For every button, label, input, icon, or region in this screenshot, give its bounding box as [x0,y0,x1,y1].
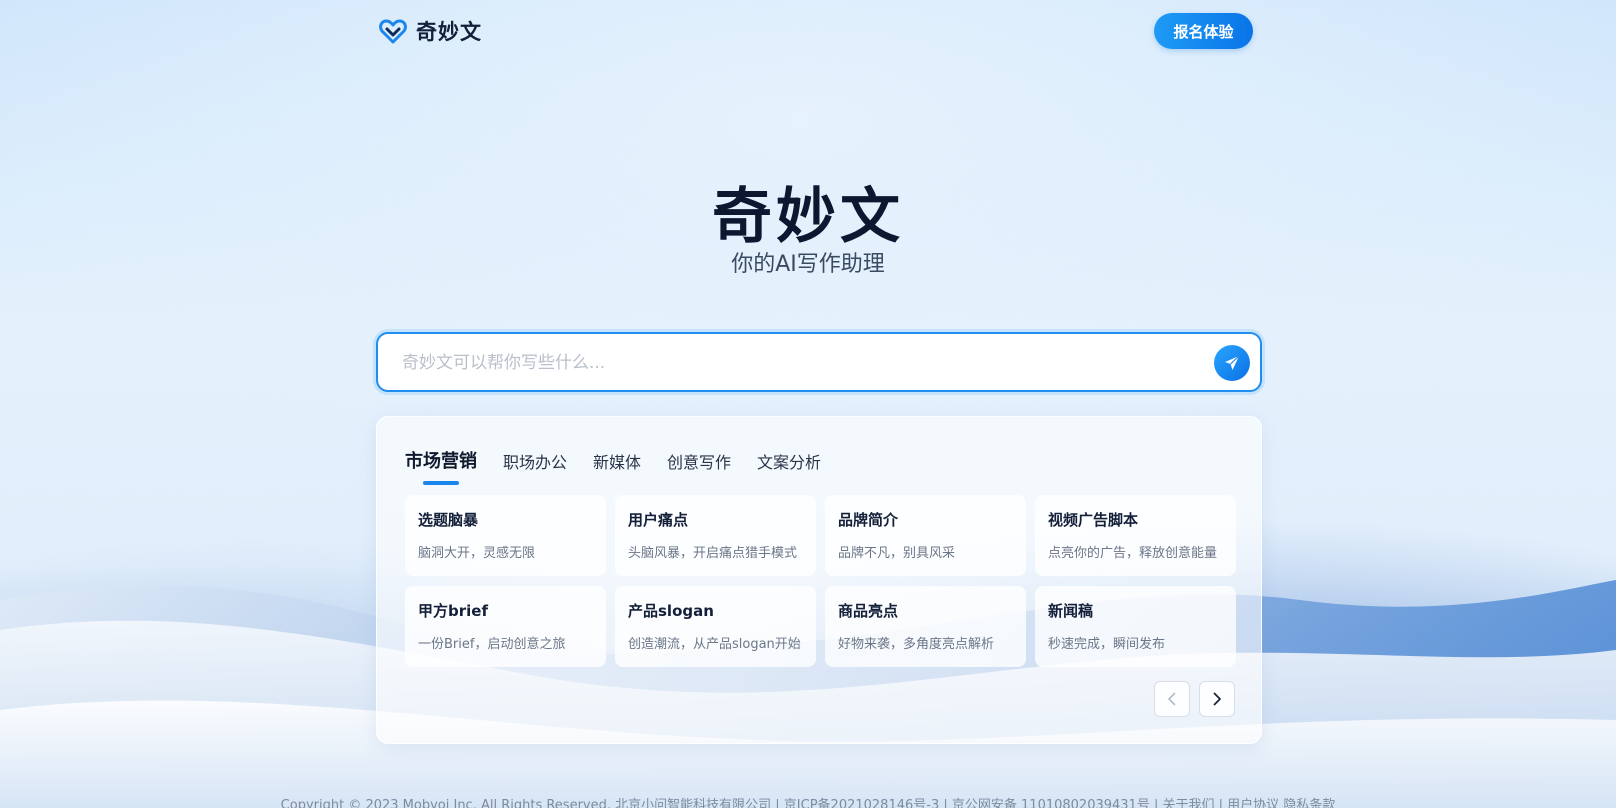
tab-office[interactable]: 职场办公 [503,449,567,485]
template-card[interactable]: 新闻稿 秒速完成，瞬间发布 [1035,586,1236,667]
card-title: 商品亮点 [838,602,899,620]
card-description: 好物来袭，多角度亮点解析 [838,637,995,652]
template-card[interactable]: 产品slogan 创造潮流，从产品slogan开始 [615,586,816,667]
footer-copyright: Copyright © 2023 Mobvoi Inc. All Rights … [280,798,772,808]
card-title: 视频广告脚本 [1048,511,1139,529]
card-description: 品牌不凡，别具风采 [838,546,956,561]
card-title: 品牌简介 [838,511,899,529]
page-title: 奇妙文 [712,182,904,252]
card-description: 脑洞大开，灵感无限 [418,546,536,561]
card-title: 选题脑暴 [418,511,479,529]
card-pager [1154,681,1235,717]
template-card[interactable]: 甲方brief 一份Brief，启动创意之旅 [405,586,606,667]
tab-copy-analysis[interactable]: 文案分析 [757,449,821,485]
logo-text: 奇妙文 [416,20,482,44]
footer-icp-link[interactable]: 京ICP备2021028146号-3 [784,798,939,808]
template-card[interactable]: 用户痛点 头脑风暴，开启痛点猎手模式 [615,495,816,576]
footer-about-link[interactable]: 关于我们 [1162,798,1214,808]
tab-new-media[interactable]: 新媒体 [593,449,641,485]
card-title: 新闻稿 [1048,602,1094,620]
previous-page-button[interactable] [1154,681,1190,717]
template-cards: 选题脑暴 脑洞大开，灵感无限 用户痛点 头脑风暴，开启痛点猎手模式 品牌简介 品… [405,495,1236,667]
footer-privacy-link[interactable]: 隐私条款 [1283,798,1335,808]
search-input[interactable] [400,334,1174,392]
send-button[interactable] [1214,345,1250,381]
page-subtitle: 你的AI写作助理 [731,252,885,277]
tab-marketing[interactable]: 市场营销 [405,447,477,485]
chevron-right-icon [1213,692,1221,706]
card-title: 产品slogan [628,602,714,620]
logo[interactable]: 奇妙文 [378,16,482,46]
footer-police-link[interactable]: 京公网安备 11010802039431号 [952,798,1150,808]
template-panel: 市场营销 职场办公 新媒体 创意写作 文案分析 选题脑暴 脑洞大开，灵感无限 用… [376,416,1262,744]
next-page-button[interactable] [1199,681,1235,717]
signup-button[interactable]: 报名体验 [1154,13,1253,49]
footer: Copyright © 2023 Mobvoi Inc. All Rights … [0,794,1616,808]
heart-logo-icon [379,19,407,44]
card-description: 头脑风暴，开启痛点猎手模式 [628,546,798,561]
tab-creative-writing[interactable]: 创意写作 [667,449,731,485]
card-description: 秒速完成，瞬间发布 [1048,637,1166,652]
footer-user-agreement-link[interactable]: 用户协议 [1227,798,1279,808]
search-box [376,332,1262,392]
category-tabs: 市场营销 职场办公 新媒体 创意写作 文案分析 [405,449,821,485]
template-card[interactable]: 视频广告脚本 点亮你的广告，释放创意能量 [1035,495,1236,576]
card-description: 点亮你的广告，释放创意能量 [1048,546,1218,561]
template-card[interactable]: 商品亮点 好物来袭，多角度亮点解析 [825,586,1026,667]
paper-plane-icon [1225,355,1240,370]
chevron-left-icon [1168,692,1176,706]
card-title: 甲方brief [418,602,488,620]
card-title: 用户痛点 [628,511,689,529]
card-description: 创造潮流，从产品slogan开始 [628,637,801,652]
template-card[interactable]: 品牌简介 品牌不凡，别具风采 [825,495,1026,576]
card-description: 一份Brief，启动创意之旅 [418,637,566,652]
template-card[interactable]: 选题脑暴 脑洞大开，灵感无限 [405,495,606,576]
